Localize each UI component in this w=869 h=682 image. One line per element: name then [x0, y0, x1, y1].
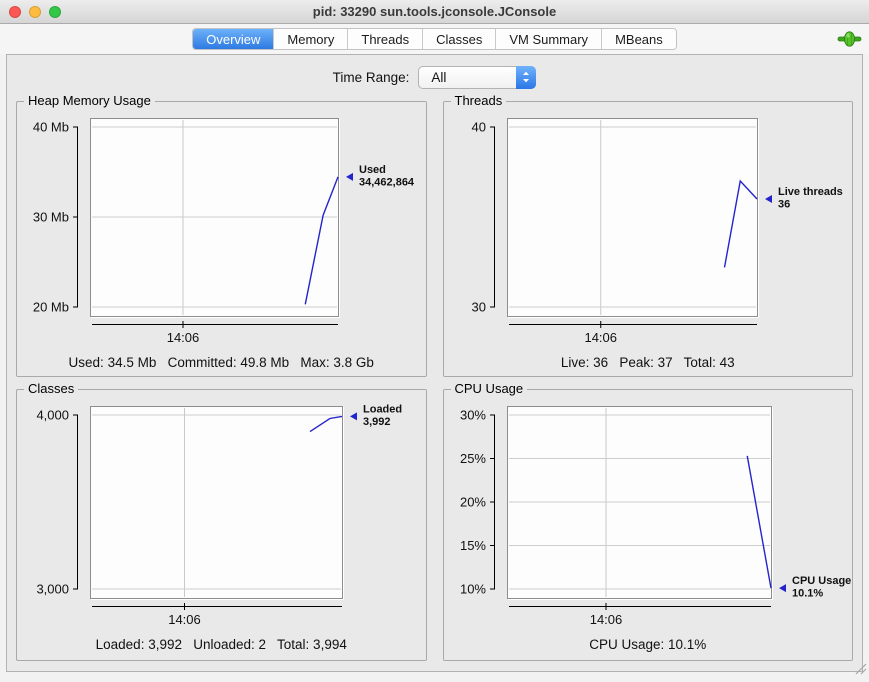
svg-text:25%: 25%: [460, 451, 486, 466]
heap-stats: Used: 34.5 Mb Committed: 49.8 Mb Max: 3.…: [18, 355, 425, 370]
zoom-button[interactable]: [49, 6, 61, 18]
window-title: pid: 33290 sun.tools.jconsole.JConsole: [313, 4, 556, 19]
tab-classes[interactable]: Classes: [422, 29, 495, 49]
tab-strip: Overview Memory Threads Classes VM Summa…: [192, 28, 677, 50]
svg-text:Used: Used: [359, 164, 386, 176]
heap-panel-title: Heap Memory Usage: [24, 93, 155, 108]
time-range-label: Time Range:: [333, 70, 410, 85]
svg-text:30: 30: [471, 300, 485, 315]
tab-overview[interactable]: Overview: [193, 29, 273, 49]
resize-grip[interactable]: [854, 662, 867, 680]
tab-vm-summary[interactable]: VM Summary: [495, 29, 601, 49]
threads-panel-title: Threads: [451, 93, 507, 108]
cpu-usage-chart: 30% 25% 20% 15% 10% 14:06 CPU Usage10.1%: [445, 400, 851, 634]
titlebar[interactable]: pid: 33290 sun.tools.jconsole.JConsole: [0, 0, 869, 24]
classes-chart: 4,000 3,000 14:06 Loaded3,992: [18, 400, 424, 634]
svg-text:4,000: 4,000: [37, 408, 70, 423]
svg-text:20 Mb: 20 Mb: [33, 300, 69, 315]
threads-panel: Threads 403014:06Live threads36 Live: 36…: [443, 101, 854, 377]
svg-text:30%: 30%: [460, 408, 486, 423]
svg-text:Live threads: Live threads: [778, 186, 843, 198]
svg-text:40: 40: [471, 120, 485, 135]
svg-text:20%: 20%: [460, 495, 486, 510]
threads-chart: 40 30 14:06 Live threads36: [445, 112, 851, 352]
tab-bar: Overview Memory Threads Classes VM Summa…: [0, 24, 869, 54]
close-button[interactable]: [9, 6, 21, 18]
svg-text:14:06: 14:06: [584, 330, 617, 345]
threads-stats: Live: 36 Peak: 37 Total: 43: [445, 355, 852, 370]
charts-grid: Heap Memory Usage 40 Mb30 Mb20 Mb14:06Us…: [7, 99, 862, 661]
jconsole-window: { "window": { "title": "pid: 33290 sun.t…: [0, 0, 869, 682]
svg-text:3,000: 3,000: [37, 582, 70, 597]
tab-memory[interactable]: Memory: [273, 29, 347, 49]
tab-mbeans[interactable]: MBeans: [601, 29, 676, 49]
combobox-stepper-icon[interactable]: [516, 66, 536, 89]
svg-text:10.1%: 10.1%: [792, 588, 823, 600]
traffic-lights: [9, 6, 61, 18]
heap-memory-chart: 40 Mb 30 Mb 20 Mb 14:06 Used34,462,864: [18, 112, 424, 352]
cpu-panel-title: CPU Usage: [451, 381, 528, 396]
svg-text:34,462,864: 34,462,864: [359, 176, 415, 188]
time-range-value: All: [419, 70, 516, 85]
svg-text:14:06: 14:06: [589, 612, 622, 627]
minimize-button[interactable]: [29, 6, 41, 18]
classes-panel-title: Classes: [24, 381, 78, 396]
svg-text:Loaded: Loaded: [363, 403, 402, 415]
svg-text:30 Mb: 30 Mb: [33, 210, 69, 225]
tab-threads[interactable]: Threads: [347, 29, 422, 49]
svg-text:3,992: 3,992: [363, 416, 391, 428]
svg-text:14:06: 14:06: [167, 330, 200, 345]
svg-text:14:06: 14:06: [168, 612, 201, 627]
overview-pane: Time Range: All Heap Memory Usage 40 Mb 3…: [6, 54, 863, 672]
connection-status-icon: [837, 31, 862, 52]
time-range-select[interactable]: All: [418, 66, 536, 89]
svg-text:CPU Usage: CPU Usage: [792, 575, 851, 587]
svg-text:15%: 15%: [460, 538, 486, 553]
svg-text:10%: 10%: [460, 582, 486, 597]
svg-text:36: 36: [778, 199, 790, 211]
cpu-stats: CPU Usage: 10.1%: [445, 637, 852, 652]
cpu-usage-panel: CPU Usage 30% 25% 20% 15% 10% 14:06 CPU Usage1…: [443, 389, 854, 661]
classes-stats: Loaded: 3,992 Unloaded: 2 Total: 3,994: [18, 637, 425, 652]
svg-text:40 Mb: 40 Mb: [33, 120, 69, 135]
classes-panel: Classes 4,0003,00014:06Loaded3,992 Loade…: [16, 389, 427, 661]
heap-memory-panel: Heap Memory Usage 40 Mb30 Mb20 Mb14:06Us…: [16, 101, 427, 377]
